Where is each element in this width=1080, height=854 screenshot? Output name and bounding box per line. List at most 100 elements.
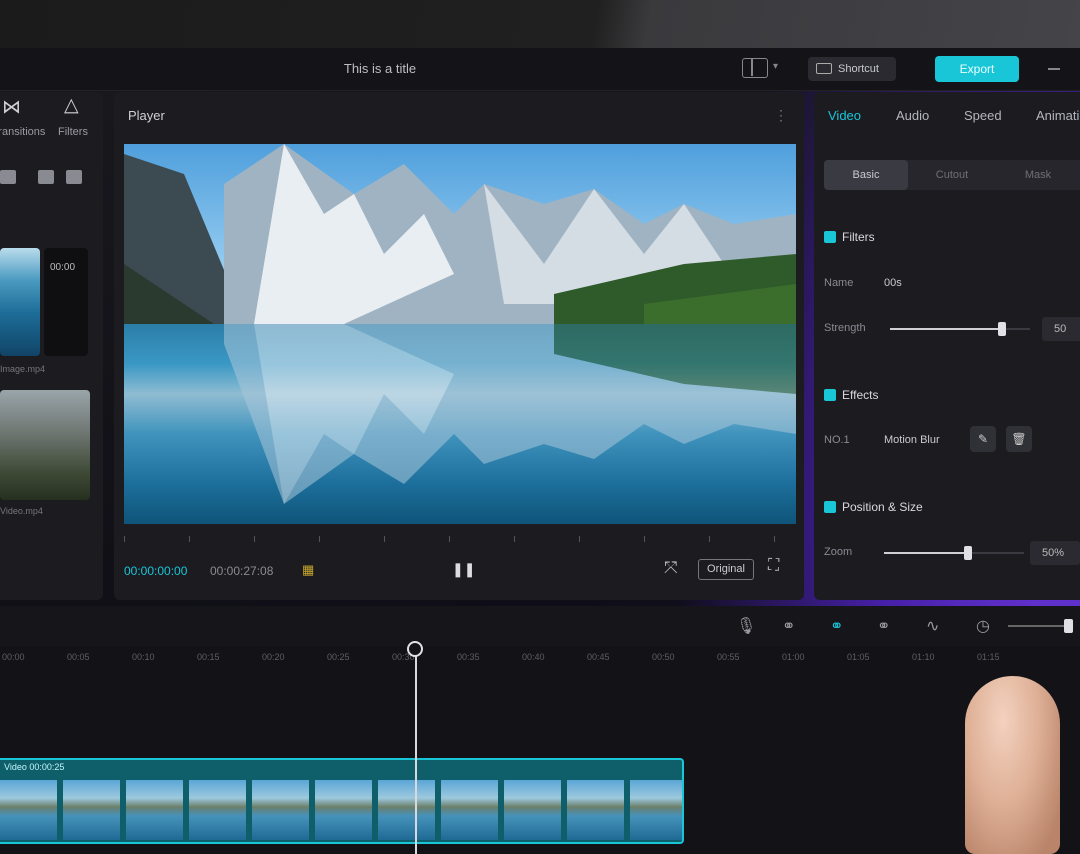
checkbox-icon[interactable] — [824, 501, 836, 513]
filters-title: Filters — [842, 230, 875, 244]
timeline[interactable]: 00:00 00:05 00:10 00:15 00:20 00:25 00:30 00:35… — [0, 641, 1080, 854]
timeline-mark: 00:10 — [132, 652, 155, 662]
subtab-cutout[interactable]: Cutout — [912, 160, 992, 190]
chevron-down-icon[interactable]: ▾ — [773, 61, 778, 72]
timeline-mark: 00:25 — [327, 652, 350, 662]
player-title: Player — [128, 108, 165, 123]
strength-input[interactable]: 50 — [1042, 317, 1080, 341]
tab-speed[interactable]: Speed — [964, 108, 1002, 123]
sort-icon[interactable] — [66, 170, 82, 184]
timeline-mark: 00:50 — [652, 652, 675, 662]
audio-wave-icon[interactable]: ∿ — [926, 616, 939, 636]
timeline-mark: 01:00 — [782, 652, 805, 662]
media-caption: Image.mp4 — [0, 364, 46, 374]
filters-icon[interactable]: △ — [64, 94, 79, 117]
timeline-zoom-slider[interactable] — [1008, 619, 1074, 633]
media-panel: ⋈ Transitions △ Filters 00:00 Image.mp4 … — [0, 92, 103, 600]
subtab-basic[interactable]: Basic — [824, 160, 908, 190]
video-preview[interactable] — [124, 144, 796, 524]
clip-frame — [567, 780, 627, 840]
total-time: 00:00:27:08 — [210, 564, 274, 578]
clock-icon[interactable]: ◷ — [976, 616, 990, 636]
tab-filters[interactable]: Filters — [58, 126, 88, 138]
title-bar: This is a title ▾ Shortcut Export — [0, 48, 1080, 91]
playhead[interactable] — [415, 646, 417, 854]
device-bezel — [0, 0, 1080, 48]
filter-name-value: 00s — [884, 277, 902, 289]
project-title: This is a title — [343, 61, 417, 76]
magnet-icon[interactable]: ⚭ — [830, 616, 843, 636]
slider-handle[interactable] — [998, 322, 1006, 336]
split-icon[interactable]: ⚭ — [877, 616, 890, 636]
media-duration: 00:00 — [50, 262, 76, 273]
timeline-mark: 00:45 — [587, 652, 610, 662]
clip-frame — [63, 780, 123, 840]
filters-section-header[interactable]: Filters — [824, 230, 875, 244]
strength-label: Strength — [824, 322, 866, 334]
timeline-mark: 01:10 — [912, 652, 935, 662]
list-view-icon[interactable] — [38, 170, 54, 184]
grid-view-icon[interactable] — [0, 170, 16, 184]
scrub-tick — [189, 536, 190, 542]
fullscreen-icon[interactable]: ⛶ — [768, 557, 779, 575]
tab-audio[interactable]: Audio — [896, 108, 929, 123]
export-label: Export — [959, 62, 995, 76]
timeline-mark: 00:05 — [67, 652, 90, 662]
finger — [965, 676, 1060, 854]
checkbox-icon[interactable] — [824, 231, 836, 243]
media-thumbnail[interactable] — [0, 248, 40, 356]
aspect-ratio-button[interactable]: Original — [698, 559, 754, 580]
clip-frame — [252, 780, 312, 840]
transition-icon[interactable]: ⋈ — [2, 96, 21, 119]
position-size-section-header[interactable]: Position & Size — [824, 500, 923, 514]
edit-effect-icon[interactable]: ✎ — [970, 426, 996, 452]
timeline-toolbar: 🎙 ⚭ ⚭ ⚭ ∿ ◷ — [0, 606, 1080, 646]
microphone-icon[interactable]: 🎙 — [736, 616, 756, 636]
video-clip[interactable]: Video 00:00:25 — [0, 758, 684, 844]
crop-icon[interactable]: ⤧ — [664, 558, 678, 578]
scrub-tick — [514, 536, 515, 542]
effects-section-header[interactable]: Effects — [824, 388, 878, 402]
shortcut-label: Shortcut — [838, 63, 879, 75]
strength-slider[interactable] — [890, 322, 1030, 336]
tab-animation[interactable]: Animation — [1036, 108, 1080, 123]
tab-video[interactable]: Video — [828, 108, 861, 123]
link-icon[interactable]: ⚭ — [782, 616, 795, 636]
position-size-title: Position & Size — [842, 500, 923, 514]
scrub-tick — [709, 536, 710, 542]
clip-frame — [0, 780, 60, 840]
slider-fill — [884, 552, 968, 554]
pause-icon[interactable]: ❚❚ — [452, 561, 475, 578]
timeline-mark: 00:15 — [197, 652, 220, 662]
tab-transitions[interactable]: Transitions — [0, 126, 45, 138]
timeline-mark: 00:35 — [457, 652, 480, 662]
preview-scrub-bar[interactable] — [124, 536, 794, 546]
subtab-mask[interactable]: Mask — [998, 160, 1078, 190]
minimize-icon[interactable] — [1048, 68, 1060, 70]
slider-handle[interactable] — [1064, 619, 1074, 633]
checkbox-icon[interactable] — [824, 389, 836, 401]
keyboard-icon — [816, 63, 832, 74]
more-icon[interactable]: ⋮ — [774, 107, 788, 124]
timeline-mark: 00:55 — [717, 652, 740, 662]
clip-frame — [126, 780, 186, 840]
export-button[interactable]: Export — [935, 56, 1019, 82]
timeline-mark: 01:05 — [847, 652, 870, 662]
timecode-icon[interactable]: ▦ — [302, 562, 314, 578]
scrub-tick — [774, 536, 775, 542]
video-editor-app: This is a title ▾ Shortcut Export ⋈ Tran… — [0, 48, 1080, 854]
timeline-mark: 00:20 — [262, 652, 285, 662]
player-panel: Player ⋮ 00:00:00:00 00:00:27:08 ▦ ❚❚ ⤧ … — [114, 92, 804, 600]
shortcut-button[interactable]: Shortcut — [808, 57, 896, 81]
slider-fill — [890, 328, 1002, 330]
delete-effect-icon[interactable]: 🗑 — [1006, 426, 1032, 452]
playhead-handle[interactable] — [407, 641, 423, 657]
timeline-mark: 00:40 — [522, 652, 545, 662]
slider-handle[interactable] — [964, 546, 972, 560]
zoom-label: Zoom — [824, 546, 853, 558]
zoom-slider[interactable] — [884, 546, 1024, 560]
layout-icon[interactable] — [742, 58, 768, 78]
zoom-input[interactable]: 50% — [1030, 541, 1080, 565]
clip-frame — [504, 780, 564, 840]
media-thumbnail[interactable] — [0, 390, 90, 500]
